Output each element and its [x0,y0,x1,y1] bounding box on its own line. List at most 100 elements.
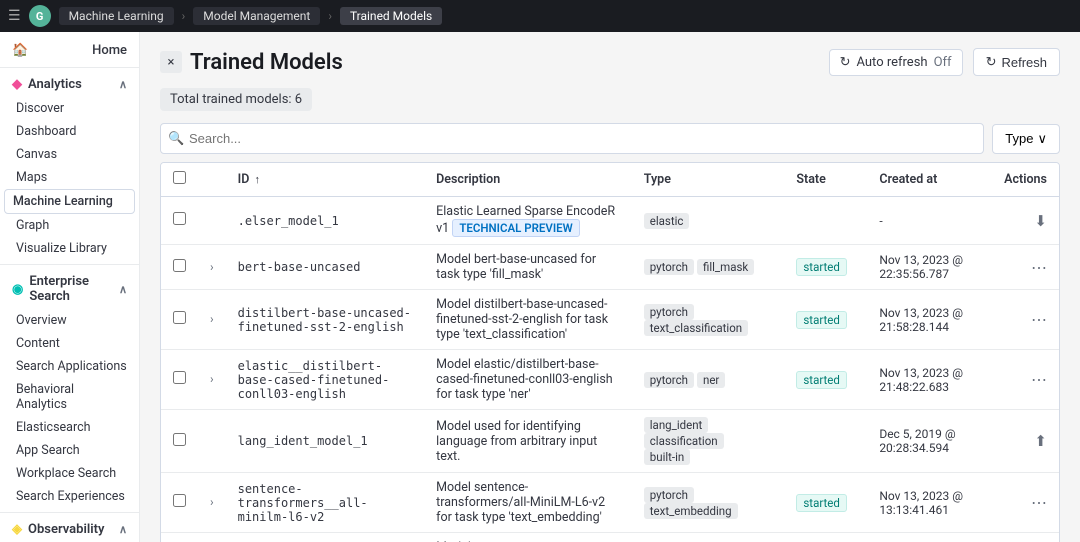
sidebar-item-machine-learning[interactable]: Machine Learning [4,189,135,214]
models-table: ID ↑ Description Type State Created at A… [161,163,1059,542]
more-actions-icon[interactable]: ⋯ [1031,370,1047,389]
search-icon: 🔍 [168,131,184,146]
sidebar-item-search-applications[interactable]: Search Applications [0,355,139,378]
sidebar-section-analytics[interactable]: ◆ Analytics ∧ [0,72,139,97]
enterprise-chevron: ∧ [119,283,127,296]
sidebar-item-content[interactable]: Content [0,332,139,355]
sidebar-item-canvas[interactable]: Canvas [0,143,139,166]
more-actions-icon[interactable]: ⋯ [1031,310,1047,329]
row-state: started [784,245,867,290]
sidebar-item-search-experiences[interactable]: Search Experiences [0,485,139,508]
sidebar-item-dashboard[interactable]: Dashboard [0,120,139,143]
more-actions-icon[interactable]: ⋯ [1031,258,1047,277]
row-type: pytorchner [632,350,785,410]
table-row: ›elastic__distilbert-base-cased-finetune… [161,350,1059,410]
row-checkbox[interactable] [173,371,186,384]
sidebar-item-elasticsearch[interactable]: Elasticsearch [0,416,139,439]
row-type: pytorchtext_embedding [632,533,785,542]
type-tag: ner [697,372,725,388]
row-id: sentence-transformers__distiluse-base-mu… [226,533,425,542]
row-state [784,197,867,245]
analytics-label: Analytics [28,77,82,92]
more-actions-icon[interactable]: ⋯ [1031,493,1047,512]
observability-icon: ◈ [12,522,22,537]
row-description: Model sentence-transformers/all-MiniLM-L… [424,473,632,533]
upload-action-icon[interactable]: ⬆ [1034,432,1047,450]
sidebar-item-maps[interactable]: Maps [0,166,139,189]
expand-icon[interactable]: › [210,372,214,386]
row-id: distilbert-base-uncased-finetuned-sst-2-… [226,290,425,350]
type-tag: pytorch [644,259,694,275]
observability-label: Observability [28,522,104,537]
row-type: lang_identclassificationbuilt-in [632,410,785,473]
row-state [784,410,867,473]
row-state [784,533,867,542]
search-input[interactable] [160,123,984,154]
row-checkbox[interactable] [173,494,186,507]
enterprise-icon: ◉ [12,282,23,297]
refresh-btn-icon: ↻ [986,54,997,70]
home-label: Home [92,43,127,58]
page-header: × Trained Models ↻ Auto refresh Off ↻ Re… [160,48,1060,76]
row-description: Elastic Learned Sparse EncodeR v1 TECHNI… [424,197,632,245]
sidebar-section-observability[interactable]: ◈ Observability ∧ [0,517,139,542]
sidebar-item-home[interactable]: 🏠 Home [0,38,139,63]
refresh-button[interactable]: ↻ Refresh [973,48,1060,76]
row-checkbox[interactable] [173,259,186,272]
breadcrumb-trained-models[interactable]: Trained Models [340,7,442,25]
th-created-at: Created at [867,163,992,197]
table-header-row: ID ↑ Description Type State Created at A… [161,163,1059,197]
state-badge: started [796,258,846,276]
sidebar-item-visualize-library[interactable]: Visualize Library [0,237,139,260]
sidebar-item-behavioral-analytics[interactable]: Behavioral Analytics [0,378,139,416]
refresh-icon: ↻ [840,55,851,70]
sidebar-item-workplace-search[interactable]: Workplace Search [0,462,139,485]
models-table-container: ID ↑ Description Type State Created at A… [160,162,1060,542]
th-checkbox [161,163,198,197]
row-checkbox[interactable] [173,311,186,324]
row-created-at: Dec 5, 2019 @ 20:28:34.594 [867,410,992,473]
state-badge: started [796,371,846,389]
table-row: ›bert-base-uncasedModel bert-base-uncase… [161,245,1059,290]
breadcrumb-machine-learning[interactable]: Machine Learning [59,7,174,25]
download-action-icon[interactable]: ⬇ [1034,212,1047,230]
row-actions: ⋯ [992,533,1059,542]
expand-icon[interactable]: › [210,312,214,326]
type-tag: text_classification [644,320,748,336]
sidebar-item-overview[interactable]: Overview [0,309,139,332]
row-created-at: - [867,197,992,245]
row-created-at: Nov 13, 2023 @ 21:58:28.144 [867,290,992,350]
analytics-icon: ◆ [12,77,22,92]
table-row: › sentence-transformers__all-minilm-l6-v2… [161,473,1059,533]
th-expand [198,163,226,197]
row-actions: ⋯ [992,350,1059,410]
type-tag: fill_mask [697,259,754,275]
row-description: Model elastic/distilbert-base-cased-fine… [424,350,632,410]
row-id: sentence-transformers__all-minilm-l6-v2 [226,473,425,533]
total-badge: Total trained models: 6 [160,88,312,111]
enterprise-label: Enterprise Search [29,274,119,304]
th-id[interactable]: ID ↑ [226,163,425,197]
row-description: Model used for identifying language from… [424,410,632,473]
sidebar-item-app-search[interactable]: App Search [0,439,139,462]
select-all-checkbox[interactable] [173,171,186,184]
type-tag: classification [644,433,724,449]
hamburger-icon[interactable]: ☰ [8,8,21,24]
sidebar-section-enterprise-search[interactable]: ◉ Enterprise Search ∧ [0,269,139,309]
close-button[interactable]: × [160,51,182,73]
auto-refresh-control[interactable]: ↻ Auto refresh Off [829,49,963,76]
expand-icon[interactable]: › [210,260,214,274]
home-icon: 🏠 [12,43,28,58]
th-state: State [784,163,867,197]
type-filter-button[interactable]: Type ∨ [992,124,1060,154]
sidebar-item-graph[interactable]: Graph [0,214,139,237]
row-type: pytorchfill_mask [632,245,785,290]
breadcrumb-model-management[interactable]: Model Management [193,7,320,25]
expand-icon[interactable]: › [210,495,214,509]
sidebar-item-discover[interactable]: Discover [0,97,139,120]
auto-refresh-label: Auto refresh [856,55,927,70]
row-checkbox[interactable] [173,433,186,446]
row-checkbox[interactable] [173,212,186,225]
type-tag: pytorch [644,304,694,320]
row-actions: ⋯ [992,290,1059,350]
